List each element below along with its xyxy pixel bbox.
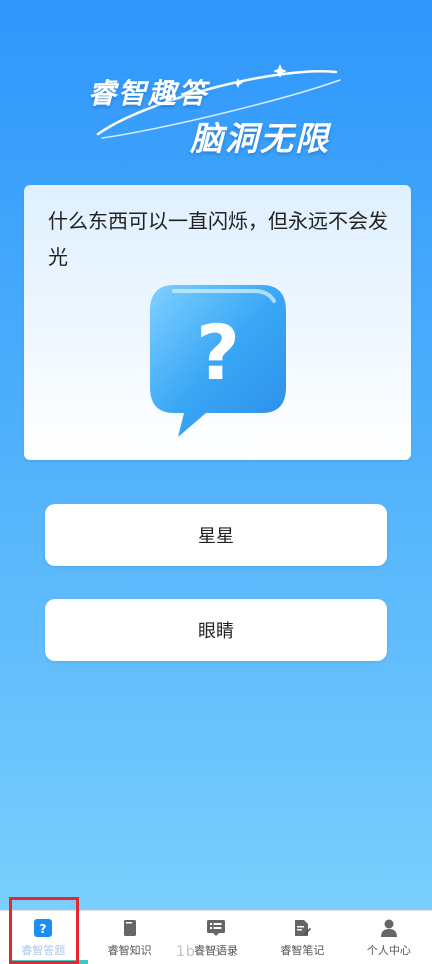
- tab-label: 睿智答题: [21, 944, 66, 957]
- svg-text:?: ?: [40, 922, 47, 936]
- note-edit-icon: [295, 920, 312, 936]
- watermark-text: 1b...S-L: [176, 944, 237, 960]
- answer-option-label: 眼睛: [198, 621, 234, 642]
- svg-text:?: ?: [196, 308, 240, 397]
- tab-notes[interactable]: 睿智笔记: [259, 911, 345, 964]
- list-icon: [207, 920, 226, 936]
- answer-option-button[interactable]: 眼睛: [45, 599, 387, 661]
- tab-label: 个人中心: [366, 944, 411, 957]
- answer-option-button[interactable]: 星星: [45, 504, 387, 566]
- hero-title-secondary: 脑洞无限: [190, 119, 330, 158]
- hero-title-primary: 睿智趣答: [88, 77, 209, 110]
- tab-profile[interactable]: 个人中心: [346, 911, 432, 964]
- question-mark-icon: ?: [34, 919, 53, 937]
- active-tab-indicator: [12, 960, 88, 964]
- tab-label: 睿智笔记: [280, 944, 325, 957]
- person-icon: [380, 919, 397, 937]
- question-card: 什么东西可以一直闪烁，但永远不会发光 ?: [24, 185, 411, 460]
- answer-option-label: 星星: [198, 526, 234, 547]
- book-icon: [123, 920, 136, 936]
- tab-label: 睿智知识: [107, 944, 152, 957]
- question-text: 什么东西可以一直闪烁，但永远不会发光: [48, 209, 388, 269]
- hero-banner: 睿智趣答 脑洞无限: [0, 0, 432, 180]
- tab-knowledge[interactable]: 睿智知识: [86, 911, 172, 964]
- tab-quiz[interactable]: ? 睿智答题: [0, 911, 86, 964]
- question-bubble-icon: ?: [150, 285, 286, 437]
